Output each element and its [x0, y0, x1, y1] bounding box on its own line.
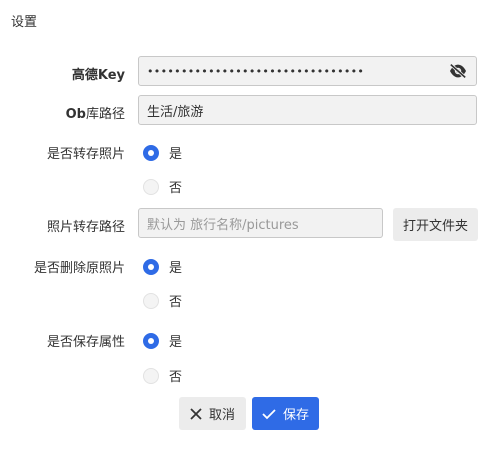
transfer-yes-radio[interactable] [143, 144, 159, 161]
transfer-photos-label: 是否转存照片 [46, 147, 125, 162]
cancel-label: 取消 [208, 408, 235, 423]
attributes-no-option[interactable]: 否 [143, 366, 182, 385]
transfer-yes-option[interactable]: 是 [143, 143, 182, 162]
path-value: 生活/旅游 [147, 104, 204, 120]
eye-slash-icon[interactable] [448, 63, 468, 79]
cancel-button[interactable]: 取消 [179, 397, 246, 430]
transfer-yes-label: 是 [169, 147, 183, 162]
path-label-plain: 库路径 [85, 107, 125, 122]
photo-path-placeholder: 默认为 旅行名称/pictures [147, 217, 299, 233]
attributes-yes-radio[interactable] [143, 332, 159, 349]
key-label-text: 高德Key [71, 68, 125, 83]
transfer-no-radio[interactable] [143, 178, 159, 195]
attributes-yes-option[interactable]: 是 [143, 331, 182, 350]
photo-path-field[interactable]: 默认为 旅行名称/pictures [138, 208, 383, 238]
check-icon [262, 408, 276, 419]
path-label-bold: Ob [65, 107, 86, 122]
key-masked-value: •••••••••••••••••••••••••••••••• [147, 64, 365, 78]
photo-path-label: 照片转存路径 [46, 220, 125, 235]
transfer-no-label: 否 [169, 181, 183, 196]
delete-yes-option[interactable]: 是 [143, 257, 182, 276]
delete-original-label: 是否删除原照片 [33, 261, 125, 276]
delete-no-option[interactable]: 否 [143, 291, 182, 310]
key-field[interactable]: •••••••••••••••••••••••••••••••• [138, 56, 477, 86]
delete-no-label: 否 [169, 295, 183, 310]
save-button[interactable]: 保存 [252, 397, 319, 430]
transfer-no-option[interactable]: 否 [143, 177, 182, 196]
attributes-no-radio[interactable] [143, 367, 159, 384]
path-field[interactable]: 生活/旅游 [138, 95, 477, 125]
attributes-yes-label: 是 [169, 335, 183, 350]
attributes-no-label: 否 [169, 370, 183, 385]
delete-yes-label: 是 [169, 261, 183, 276]
key-label: 高德Key [72, 64, 125, 83]
delete-yes-radio[interactable] [143, 258, 159, 275]
path-label: Ob库路径 [66, 103, 125, 122]
save-label: 保存 [282, 408, 309, 423]
save-attributes-label: 是否保存属性 [46, 335, 125, 350]
delete-no-radio[interactable] [143, 292, 159, 309]
close-icon [190, 407, 202, 420]
open-folder-button[interactable]: 打开文件夹 [393, 208, 478, 241]
window-title: 设置 [11, 15, 38, 30]
